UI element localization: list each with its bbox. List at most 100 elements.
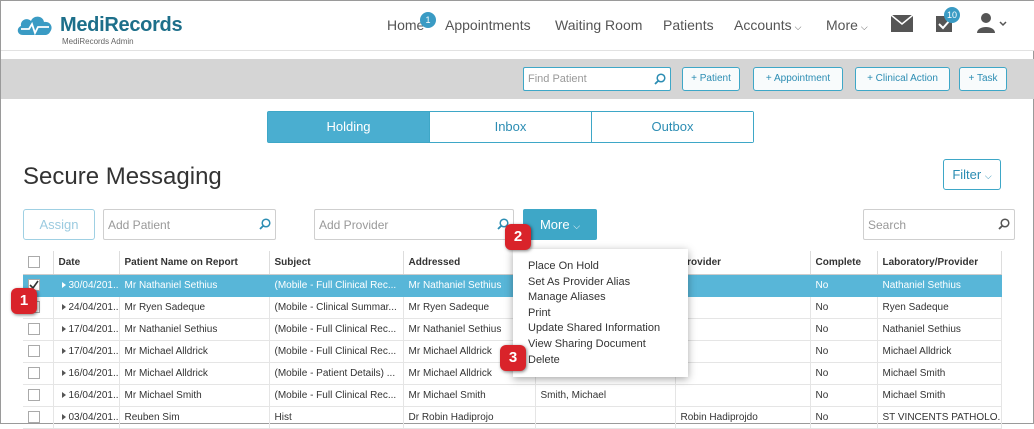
addressed-extra-cell: Smith, Michael	[535, 384, 676, 407]
row-checkbox[interactable]	[28, 411, 40, 423]
patient-name-cell: Mr Nathaniel Sethius	[119, 318, 270, 341]
addressed-cell: Mr Michael Smith	[403, 384, 536, 407]
date-text: 30/04/201...	[68, 279, 119, 291]
chevron-down-icon: ⌵	[860, 22, 868, 32]
table-row[interactable]: 24/04/201... Mr Ryen Sadeque (Mobile - Cli…	[23, 296, 1002, 319]
menu-item-place-on-hold[interactable]: Place On Hold	[528, 259, 688, 275]
table-row[interactable]: 17/04/201... Mr Nathaniel Sethius (Mobile …	[23, 318, 1002, 341]
chevron-down-icon: ⌵	[794, 22, 802, 32]
complete-cell: No	[810, 384, 878, 407]
column-header[interactable]: Subject	[269, 251, 404, 275]
menu-item-update-shared-information[interactable]: Update Shared Information	[528, 321, 688, 337]
home-badge: 1	[420, 12, 436, 28]
subject-cell: (Mobile - Full Clinical Rec...	[269, 318, 404, 341]
more-label: More	[539, 217, 570, 232]
add-patient-button[interactable]: + Patient	[682, 67, 740, 91]
lab-provider-cell: Michael Smith	[877, 362, 1002, 385]
action-toolbar: Find Patient + Patient + Appointment + C…	[1, 59, 1034, 99]
complete-cell: No	[810, 296, 878, 319]
add-task-button[interactable]: + Task	[959, 67, 1007, 91]
more-actions-menu: Place On Hold Set As Provider Alias Mana…	[513, 249, 688, 377]
menu-item-print[interactable]: Print	[528, 306, 688, 322]
row-checkbox[interactable]	[28, 389, 40, 401]
nav-appointments[interactable]: Appointments	[445, 17, 531, 33]
app-name: MediRecords	[60, 14, 183, 36]
expand-row-icon[interactable]	[61, 303, 66, 310]
find-patient-placeholder: Find Patient	[528, 73, 587, 85]
subject-cell: (Mobile - Full Clinical Rec...	[269, 384, 404, 407]
row-select-cell[interactable]	[23, 340, 54, 363]
expand-row-icon[interactable]	[61, 391, 66, 398]
column-header[interactable]: Patient Name on Report	[119, 251, 270, 275]
column-header[interactable]: Laboratory/Provider	[877, 251, 1002, 275]
row-checkbox[interactable]	[28, 367, 40, 379]
provider-cell	[675, 296, 811, 319]
add-appointment-button[interactable]: + Appointment	[753, 67, 843, 91]
row-select-cell[interactable]	[23, 384, 54, 407]
table-row[interactable]: 30/04/201... Mr Nathaniel Sethius (Mobile …	[23, 274, 1002, 297]
provider-cell	[675, 340, 811, 363]
search-messages-input[interactable]: Search	[863, 209, 1015, 240]
expand-row-icon[interactable]	[61, 281, 66, 288]
message-tabs: Holding Inbox Outbox	[267, 111, 754, 143]
date-text: 16/04/201...	[68, 367, 119, 379]
date-text: 03/04/201...	[68, 411, 119, 423]
nav-accounts[interactable]: Accounts ⌵	[734, 17, 801, 33]
user-profile-icon[interactable]	[977, 13, 1007, 33]
nav-waiting-room[interactable]: Waiting Room	[555, 17, 642, 33]
column-header[interactable]: Provider	[675, 251, 811, 275]
find-patient-input[interactable]: Find Patient	[523, 67, 671, 91]
tab-holding[interactable]: Holding	[268, 112, 430, 142]
row-select-cell[interactable]	[23, 362, 54, 385]
add-patient-input[interactable]: Add Patient	[103, 209, 276, 240]
tab-inbox[interactable]: Inbox	[430, 112, 592, 142]
table-row[interactable]: 16/04/201... Mr Michael Smith (Mobile - Fu…	[23, 384, 1002, 407]
select-all-checkbox[interactable]	[28, 256, 40, 269]
patient-name-cell: Reuben Sim	[119, 406, 270, 429]
search-icon[interactable]	[654, 73, 666, 85]
filter-button[interactable]: Filter ⌵	[943, 159, 1001, 190]
expand-row-icon[interactable]	[61, 325, 66, 332]
row-select-cell[interactable]	[23, 318, 54, 341]
nav-more-label: More	[826, 17, 858, 33]
provider-cell	[675, 384, 811, 407]
mail-icon[interactable]	[891, 15, 913, 32]
table-row[interactable]: 03/04/201... Reuben Sim Hist Dr Robin Hadip…	[23, 406, 1002, 429]
filter-label: Filter	[952, 167, 982, 182]
expand-row-icon[interactable]	[61, 413, 66, 420]
column-header[interactable]: Complete	[810, 251, 878, 275]
row-checkbox[interactable]	[28, 323, 40, 335]
date-text: 17/04/201...	[68, 323, 119, 335]
add-clinical-action-button[interactable]: + Clinical Action	[855, 67, 950, 91]
assign-button[interactable]: Assign	[23, 209, 95, 240]
subject-cell: (Mobile - Full Clinical Rec...	[269, 340, 404, 363]
menu-item-manage-aliases[interactable]: Manage Aliases	[528, 290, 688, 306]
select-all-header[interactable]	[23, 251, 54, 275]
date-cell: 16/04/201...	[53, 362, 120, 385]
nav-home[interactable]: Home	[387, 17, 424, 33]
nav-patients[interactable]: Patients	[663, 17, 714, 33]
subject-cell: (Mobile - Full Clinical Rec...	[269, 274, 404, 297]
search-icon[interactable]	[998, 218, 1010, 230]
column-header[interactable]: Date	[53, 251, 120, 275]
row-select-cell[interactable]	[23, 406, 54, 429]
nav-more[interactable]: More ⌵	[826, 17, 868, 33]
date-cell: 17/04/201...	[53, 318, 120, 341]
more-actions-button[interactable]: More ⌵	[523, 209, 597, 240]
cloud-logo-icon	[17, 16, 52, 36]
addressed-extra-cell	[535, 406, 676, 429]
subject-cell: (Mobile - Clinical Summar...	[269, 296, 404, 319]
lab-provider-cell: Michael Alldrick	[877, 340, 1002, 363]
date-cell: 16/04/201...	[53, 384, 120, 407]
row-checkbox[interactable]	[28, 345, 40, 357]
expand-row-icon[interactable]	[61, 369, 66, 376]
menu-item-delete[interactable]: Delete	[528, 353, 688, 369]
menu-item-view-sharing-document[interactable]: View Sharing Document	[528, 337, 688, 353]
menu-item-set-as-provider-alias[interactable]: Set As Provider Alias	[528, 275, 688, 291]
expand-row-icon[interactable]	[61, 347, 66, 354]
table-header-row: Date Patient Name on Report Subject Addr…	[23, 251, 1002, 275]
date-cell: 24/04/201...	[53, 296, 120, 319]
tab-outbox[interactable]: Outbox	[592, 112, 753, 142]
add-provider-input[interactable]: Add Provider	[314, 209, 514, 240]
search-icon[interactable]	[259, 218, 271, 230]
